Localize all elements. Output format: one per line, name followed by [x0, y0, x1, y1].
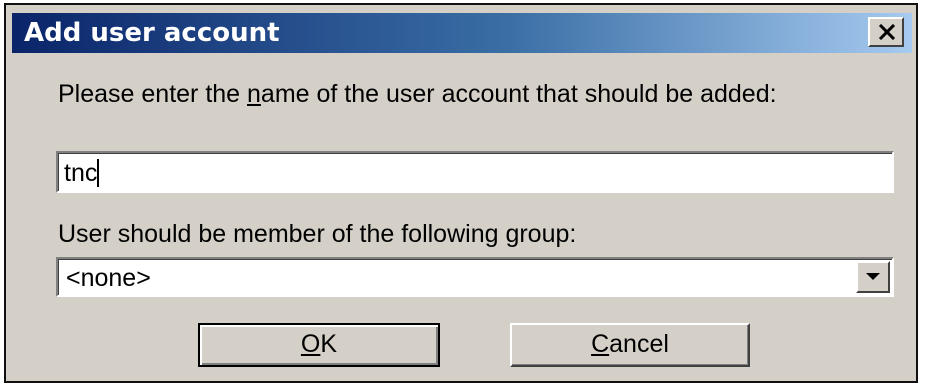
- username-prompt-label: Please enter the name of the user accoun…: [58, 79, 898, 109]
- text-caret: [97, 159, 99, 187]
- dialog-title: Add user account: [24, 18, 280, 48]
- ok-mnemonic: O: [300, 330, 321, 358]
- ok-button[interactable]: OK: [198, 323, 440, 367]
- chevron-down-icon: [866, 273, 880, 280]
- group-label: User should be member of the following g…: [58, 219, 576, 249]
- group-select-dropdown-button[interactable]: [856, 261, 890, 293]
- group-label-start: User should be member of the following: [58, 220, 506, 248]
- group-select[interactable]: <none>: [56, 257, 894, 297]
- close-icon: [878, 24, 896, 40]
- username-input[interactable]: tnc: [56, 151, 894, 193]
- close-button[interactable]: [868, 17, 904, 47]
- group-select-value: <none>: [66, 264, 151, 292]
- group-label-mnemonic: g: [505, 220, 520, 248]
- ok-label-rest: K: [320, 330, 338, 358]
- cancel-mnemonic: C: [591, 330, 610, 358]
- title-bar[interactable]: Add user account: [12, 13, 912, 53]
- cancel-label-rest: ancel: [609, 330, 669, 358]
- prompt-mnemonic: n: [247, 80, 261, 108]
- prompt-text-start: Please enter the: [58, 80, 248, 108]
- cancel-button[interactable]: Cancel: [510, 323, 750, 367]
- username-input-value: tnc: [64, 159, 98, 187]
- add-user-dialog: Add user account Please enter the name o…: [4, 3, 918, 383]
- group-label-end: roup:: [519, 220, 577, 248]
- prompt-text-end: ame of the user account that should be a…: [260, 80, 777, 108]
